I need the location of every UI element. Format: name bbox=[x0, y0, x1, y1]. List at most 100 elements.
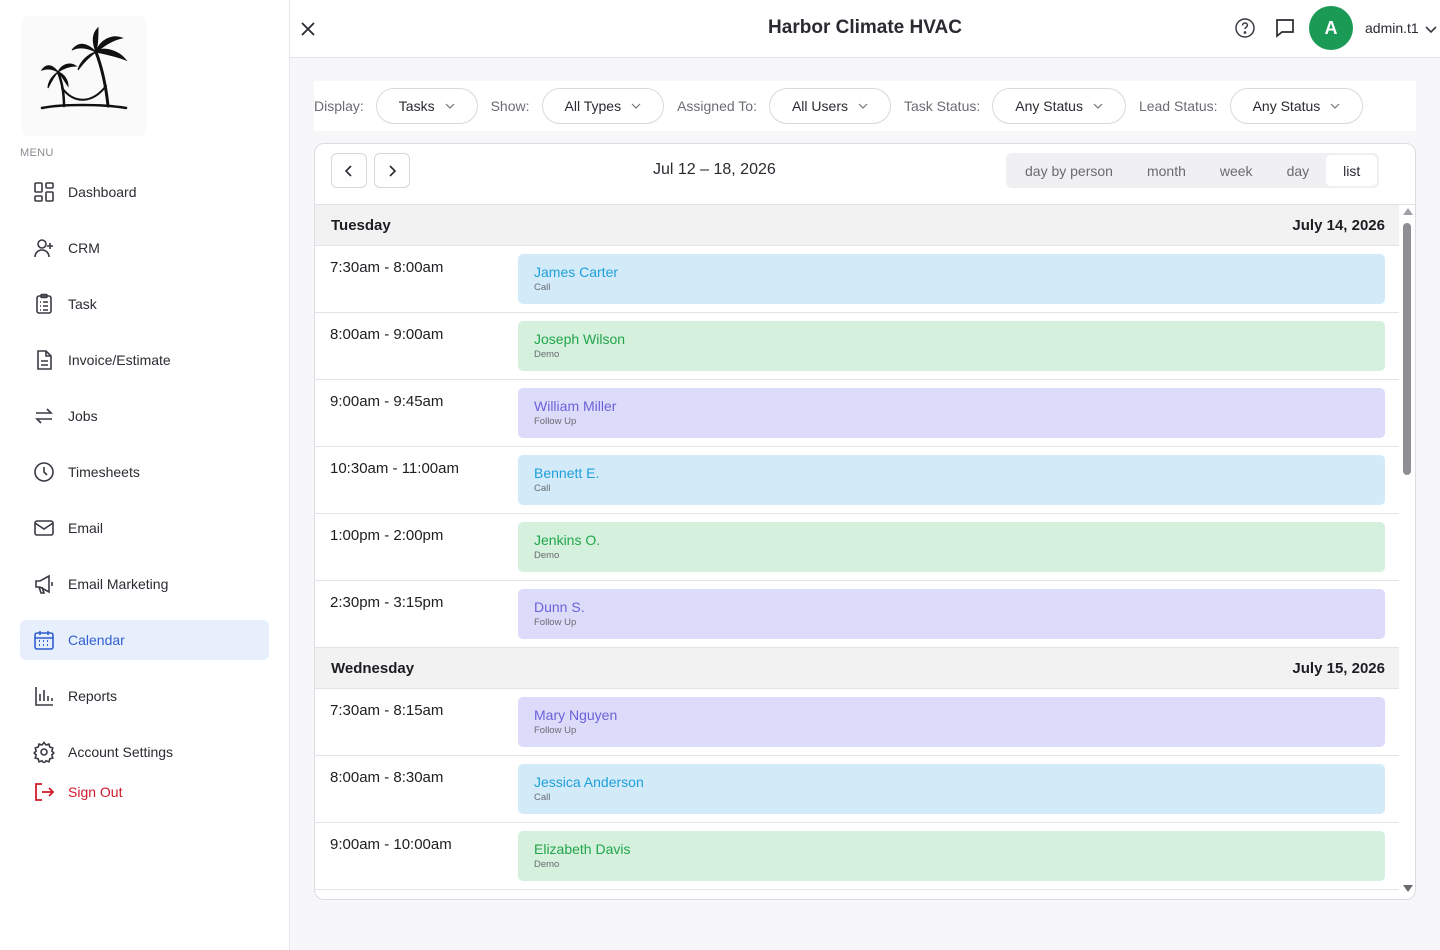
sidebar-item-email[interactable]: Email bbox=[20, 508, 269, 548]
event-time: 10:30am - 11:00am bbox=[330, 460, 459, 477]
sidebar-item-label: Reports bbox=[68, 688, 118, 704]
view-list[interactable]: list bbox=[1326, 155, 1378, 186]
sidebar-item-label: Jobs bbox=[68, 408, 98, 424]
show-select[interactable]: All Types bbox=[541, 88, 665, 124]
day-header: Wednesday July 15, 2026 bbox=[315, 648, 1399, 689]
list-scrollbar[interactable] bbox=[1400, 205, 1415, 895]
assigned-to-select[interactable]: All Users bbox=[768, 88, 891, 124]
sidebar-item-label: Calendar bbox=[68, 632, 125, 648]
lead-status-value: Any Status bbox=[1252, 98, 1321, 114]
event-card[interactable]: William Miller Follow Up bbox=[518, 388, 1385, 438]
chevron-down-icon bbox=[445, 103, 455, 109]
scroll-thumb[interactable] bbox=[1403, 223, 1411, 475]
event-type: Call bbox=[534, 282, 551, 293]
company-logo[interactable] bbox=[22, 16, 146, 136]
event-row: 10:30am - 11:00am Bennett E. Call bbox=[315, 447, 1399, 514]
event-type: Demo bbox=[534, 550, 560, 561]
sidebar-item-invoice-estimate[interactable]: Invoice/Estimate bbox=[20, 340, 269, 380]
help-icon[interactable] bbox=[1234, 17, 1256, 39]
event-card[interactable]: Jessica Anderson Call bbox=[518, 764, 1385, 814]
lead-status-select[interactable]: Any Status bbox=[1229, 88, 1364, 124]
event-time: 7:30am - 8:15am bbox=[330, 702, 444, 719]
event-type: Call bbox=[534, 483, 551, 494]
event-card[interactable]: James Carter Call bbox=[518, 254, 1385, 304]
username[interactable]: admin.t1 bbox=[1365, 20, 1419, 36]
sidebar-item-dashboard[interactable]: Dashboard bbox=[20, 172, 269, 212]
sign-out-button[interactable]: Sign Out bbox=[20, 780, 269, 804]
event-card[interactable]: Joseph Wilson Demo bbox=[518, 321, 1385, 371]
sidebar-item-timesheets[interactable]: Timesheets bbox=[20, 452, 269, 492]
mail-icon bbox=[32, 516, 56, 540]
event-card[interactable]: Jenkins O. Demo bbox=[518, 522, 1385, 572]
sidebar-item-email-marketing[interactable]: Email Marketing bbox=[20, 564, 269, 604]
event-card[interactable]: Mary Nguyen Follow Up bbox=[518, 697, 1385, 747]
show-value: All Types bbox=[564, 98, 622, 114]
sidebar-item-label: Task bbox=[68, 296, 97, 312]
task-status-value: Any Status bbox=[1015, 98, 1083, 114]
view-month[interactable]: month bbox=[1130, 155, 1203, 186]
event-name: Bennett E. bbox=[534, 465, 600, 481]
view-switcher: day by person month week day list bbox=[1006, 153, 1380, 188]
event-name: Dunn S. bbox=[534, 599, 585, 615]
view-week[interactable]: week bbox=[1203, 155, 1270, 186]
event-name: Jenkins O. bbox=[534, 532, 601, 548]
sidebar-item-reports[interactable]: Reports bbox=[20, 676, 269, 716]
event-time: 1:00pm - 2:00pm bbox=[330, 527, 444, 544]
event-row: 9:00am - 9:45am William Miller Follow Up bbox=[315, 380, 1399, 447]
sidebar-item-calendar[interactable]: Calendar bbox=[20, 620, 269, 660]
event-time: 7:30am - 8:00am bbox=[330, 259, 444, 276]
event-type: Follow Up bbox=[534, 617, 577, 628]
sidebar-item-label: Email bbox=[68, 520, 104, 536]
chevron-down-icon[interactable] bbox=[1424, 22, 1438, 36]
event-card[interactable]: Dunn S. Follow Up bbox=[518, 589, 1385, 639]
chevron-right-icon bbox=[389, 164, 397, 177]
clipboard-icon bbox=[32, 292, 56, 316]
event-name: Elizabeth Davis bbox=[534, 841, 631, 857]
event-row: 9:00am - 10:00am Elizabeth Davis Demo bbox=[315, 823, 1399, 890]
task-status-select[interactable]: Any Status bbox=[992, 88, 1126, 124]
calendar-icon bbox=[32, 628, 56, 652]
display-select[interactable]: Tasks bbox=[375, 88, 478, 124]
chat-icon[interactable] bbox=[1274, 17, 1296, 39]
event-time: 8:00am - 8:30am bbox=[330, 769, 444, 786]
event-card[interactable]: Bennett E. Call bbox=[518, 455, 1385, 505]
next-week-button[interactable] bbox=[374, 153, 410, 188]
menu-label: MENU bbox=[20, 147, 54, 159]
sidebar-nav: Dashboard CRM Task Invoice/Estimate Jobs bbox=[20, 172, 269, 820]
chevron-down-icon bbox=[1330, 103, 1340, 109]
filter-bar: Display: Tasks Show: All Types Assigned … bbox=[314, 81, 1416, 131]
show-label: Show: bbox=[490, 98, 530, 114]
sidebar-item-label: Email Marketing bbox=[68, 576, 169, 592]
sidebar-item-account-settings[interactable]: Account Settings bbox=[20, 732, 269, 772]
scroll-up-arrow[interactable] bbox=[1403, 208, 1413, 215]
prev-week-button[interactable] bbox=[331, 153, 367, 188]
sidebar-item-label: CRM bbox=[68, 240, 100, 256]
page-title: Harbor Climate HVAC bbox=[768, 17, 962, 38]
sidebar-item-crm[interactable]: CRM bbox=[20, 228, 269, 268]
event-card[interactable]: Elizabeth Davis Demo bbox=[518, 831, 1385, 881]
event-row: 7:30am - 8:00am James Carter Call bbox=[315, 246, 1399, 313]
day-name: Tuesday bbox=[331, 216, 391, 234]
bar-chart-icon bbox=[32, 684, 56, 708]
sidebar: MENU Dashboard CRM Task Invoice/Estimate bbox=[0, 0, 290, 950]
view-day-by-person[interactable]: day by person bbox=[1008, 155, 1130, 186]
avatar[interactable]: A bbox=[1309, 6, 1353, 50]
event-type: Demo bbox=[534, 859, 560, 870]
calendar-panel: Jul 12 – 18, 2026 day by person month we… bbox=[314, 143, 1416, 900]
chevron-down-icon bbox=[858, 103, 868, 109]
document-icon bbox=[32, 348, 56, 372]
view-day[interactable]: day bbox=[1270, 155, 1327, 186]
assigned-to-label: Assigned To: bbox=[677, 98, 757, 114]
event-list: Tuesday July 14, 2026 7:30am - 8:00am Ja… bbox=[315, 205, 1399, 895]
clock-icon bbox=[32, 460, 56, 484]
sign-out-icon bbox=[32, 780, 56, 804]
event-row: 8:00am - 9:00am Joseph Wilson Demo bbox=[315, 313, 1399, 380]
sidebar-item-jobs[interactable]: Jobs bbox=[20, 396, 269, 436]
scroll-down-arrow[interactable] bbox=[1403, 885, 1413, 892]
event-row: 7:30am - 8:15am Mary Nguyen Follow Up bbox=[315, 689, 1399, 756]
sidebar-item-task[interactable]: Task bbox=[20, 284, 269, 324]
event-time: 9:00am - 9:45am bbox=[330, 393, 444, 410]
event-type: Demo bbox=[534, 349, 560, 360]
gear-icon bbox=[32, 740, 56, 764]
chevron-down-icon bbox=[631, 103, 641, 109]
